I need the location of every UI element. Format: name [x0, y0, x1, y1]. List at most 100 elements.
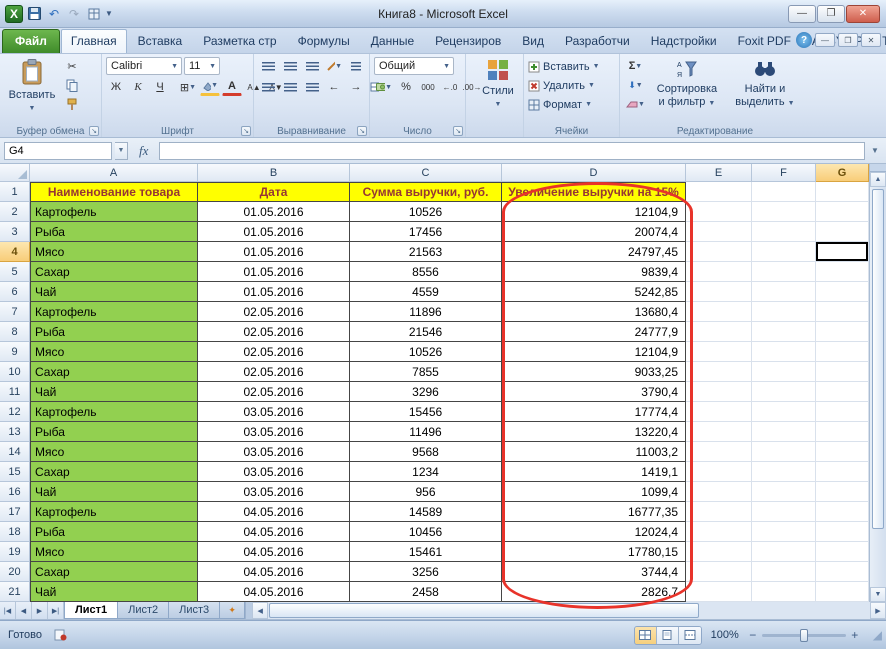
- fill-button[interactable]: ⬇▼: [624, 76, 647, 94]
- clipboard-dialog-launcher[interactable]: ↘: [89, 126, 99, 136]
- date-cell[interactable]: 02.05.2016: [198, 362, 350, 382]
- increase-cell[interactable]: 1419,1: [502, 462, 686, 482]
- underline-button[interactable]: Ч: [150, 78, 170, 96]
- row-header[interactable]: 14: [0, 442, 30, 462]
- product-cell[interactable]: Рыба: [30, 222, 198, 242]
- format-painter-button[interactable]: [62, 95, 82, 113]
- date-cell[interactable]: 03.05.2016: [198, 482, 350, 502]
- fill-color-button[interactable]: ▼: [200, 78, 220, 96]
- cell-a1[interactable]: Наименование товара: [30, 182, 198, 202]
- excel-logo-icon[interactable]: X: [5, 5, 23, 23]
- revenue-cell[interactable]: 15461: [350, 542, 502, 562]
- orientation-button[interactable]: ▼: [324, 57, 344, 75]
- cell-e[interactable]: [686, 302, 752, 322]
- product-cell[interactable]: Чай: [30, 382, 198, 402]
- cell-f[interactable]: [752, 582, 816, 602]
- last-sheet-button[interactable]: ▶|: [48, 602, 64, 619]
- increase-cell[interactable]: 12024,4: [502, 522, 686, 542]
- cell-g[interactable]: [816, 382, 869, 402]
- vertical-scroll-track[interactable]: [870, 187, 886, 587]
- cell-g[interactable]: [816, 262, 869, 282]
- cell-g[interactable]: [816, 202, 869, 222]
- bold-button[interactable]: Ж: [106, 78, 126, 96]
- autosum-button[interactable]: Σ▼: [624, 57, 647, 75]
- cell-g[interactable]: [816, 322, 869, 342]
- date-cell[interactable]: 02.05.2016: [198, 302, 350, 322]
- horizontal-scrollbar[interactable]: ◀ ▶: [252, 602, 886, 619]
- zoom-slider-track[interactable]: [762, 634, 846, 637]
- product-cell[interactable]: Картофель: [30, 302, 198, 322]
- cell-e1[interactable]: [686, 182, 752, 202]
- cell-g[interactable]: [816, 502, 869, 522]
- cell-g[interactable]: [816, 222, 869, 242]
- insert-cells-button[interactable]: Вставить ▼: [528, 57, 615, 76]
- cell-f[interactable]: [752, 542, 816, 562]
- zoom-out-button[interactable]: −: [748, 628, 758, 642]
- restore-button[interactable]: ❐: [817, 5, 845, 23]
- date-cell[interactable]: 01.05.2016: [198, 282, 350, 302]
- product-cell[interactable]: Мясо: [30, 542, 198, 562]
- increase-cell[interactable]: 24797,45: [502, 242, 686, 262]
- cell-f[interactable]: [752, 522, 816, 542]
- column-header[interactable]: G: [816, 164, 869, 182]
- cell-e[interactable]: [686, 322, 752, 342]
- zoom-in-button[interactable]: +: [850, 628, 860, 642]
- row-header[interactable]: 10: [0, 362, 30, 382]
- name-box[interactable]: [4, 142, 112, 160]
- increase-cell[interactable]: 11003,2: [502, 442, 686, 462]
- accounting-format-button[interactable]: ▼: [374, 78, 394, 96]
- cell-f[interactable]: [752, 302, 816, 322]
- row-header[interactable]: 6: [0, 282, 30, 302]
- cell-e[interactable]: [686, 422, 752, 442]
- ribbon-tab[interactable]: Файл: [2, 29, 60, 53]
- cell-e[interactable]: [686, 542, 752, 562]
- increase-cell[interactable]: 12104,9: [502, 202, 686, 222]
- revenue-cell[interactable]: 9568: [350, 442, 502, 462]
- increase-cell[interactable]: 3790,4: [502, 382, 686, 402]
- clear-button[interactable]: ▼: [624, 95, 647, 113]
- date-cell[interactable]: 03.05.2016: [198, 402, 350, 422]
- borders-button[interactable]: ⊞▼: [178, 78, 198, 96]
- select-all-button[interactable]: [0, 164, 30, 182]
- cell-e[interactable]: [686, 382, 752, 402]
- insert-worksheet-button[interactable]: ✦: [219, 602, 245, 619]
- revenue-cell[interactable]: 8556: [350, 262, 502, 282]
- copy-button[interactable]: [62, 76, 82, 94]
- increase-cell[interactable]: 5242,85: [502, 282, 686, 302]
- revenue-cell[interactable]: 11896: [350, 302, 502, 322]
- date-cell[interactable]: 04.05.2016: [198, 502, 350, 522]
- name-box-dropdown[interactable]: ▼: [115, 142, 128, 160]
- revenue-cell[interactable]: 2458: [350, 582, 502, 602]
- redo-button[interactable]: ↷: [65, 5, 83, 23]
- minimize-button[interactable]: —: [788, 5, 816, 23]
- increase-decimal-button[interactable]: ←.0: [440, 78, 460, 96]
- cell-f[interactable]: [752, 242, 816, 262]
- ribbon-tab[interactable]: Вставка: [128, 29, 193, 53]
- ribbon-tab[interactable]: Рецензиров: [425, 29, 511, 53]
- prev-sheet-button[interactable]: ◀: [16, 602, 32, 619]
- italic-button[interactable]: К: [128, 78, 148, 96]
- revenue-cell[interactable]: 14589: [350, 502, 502, 522]
- product-cell[interactable]: Чай: [30, 282, 198, 302]
- row-header[interactable]: 11: [0, 382, 30, 402]
- column-header[interactable]: A: [30, 164, 198, 182]
- cell-g[interactable]: [816, 242, 869, 262]
- row-header[interactable]: 4: [0, 242, 30, 262]
- cell-d1[interactable]: Увеличение выручки на 15%: [502, 182, 686, 202]
- column-header[interactable]: E: [686, 164, 752, 182]
- close-button[interactable]: ✕: [846, 5, 880, 23]
- revenue-cell[interactable]: 21563: [350, 242, 502, 262]
- cell-g[interactable]: [816, 462, 869, 482]
- cell-f[interactable]: [752, 382, 816, 402]
- cell-c1[interactable]: Сумма выручки, руб.: [350, 182, 502, 202]
- cell-f[interactable]: [752, 342, 816, 362]
- vertical-scrollbar[interactable]: ▲ ▼: [869, 164, 886, 602]
- row-header[interactable]: 18: [0, 522, 30, 542]
- revenue-cell[interactable]: 21546: [350, 322, 502, 342]
- cell-f[interactable]: [752, 462, 816, 482]
- cell-e[interactable]: [686, 462, 752, 482]
- cell-e[interactable]: [686, 222, 752, 242]
- styles-button[interactable]: Стили ▼: [470, 57, 526, 119]
- date-cell[interactable]: 04.05.2016: [198, 522, 350, 542]
- normal-view-button[interactable]: [635, 627, 657, 644]
